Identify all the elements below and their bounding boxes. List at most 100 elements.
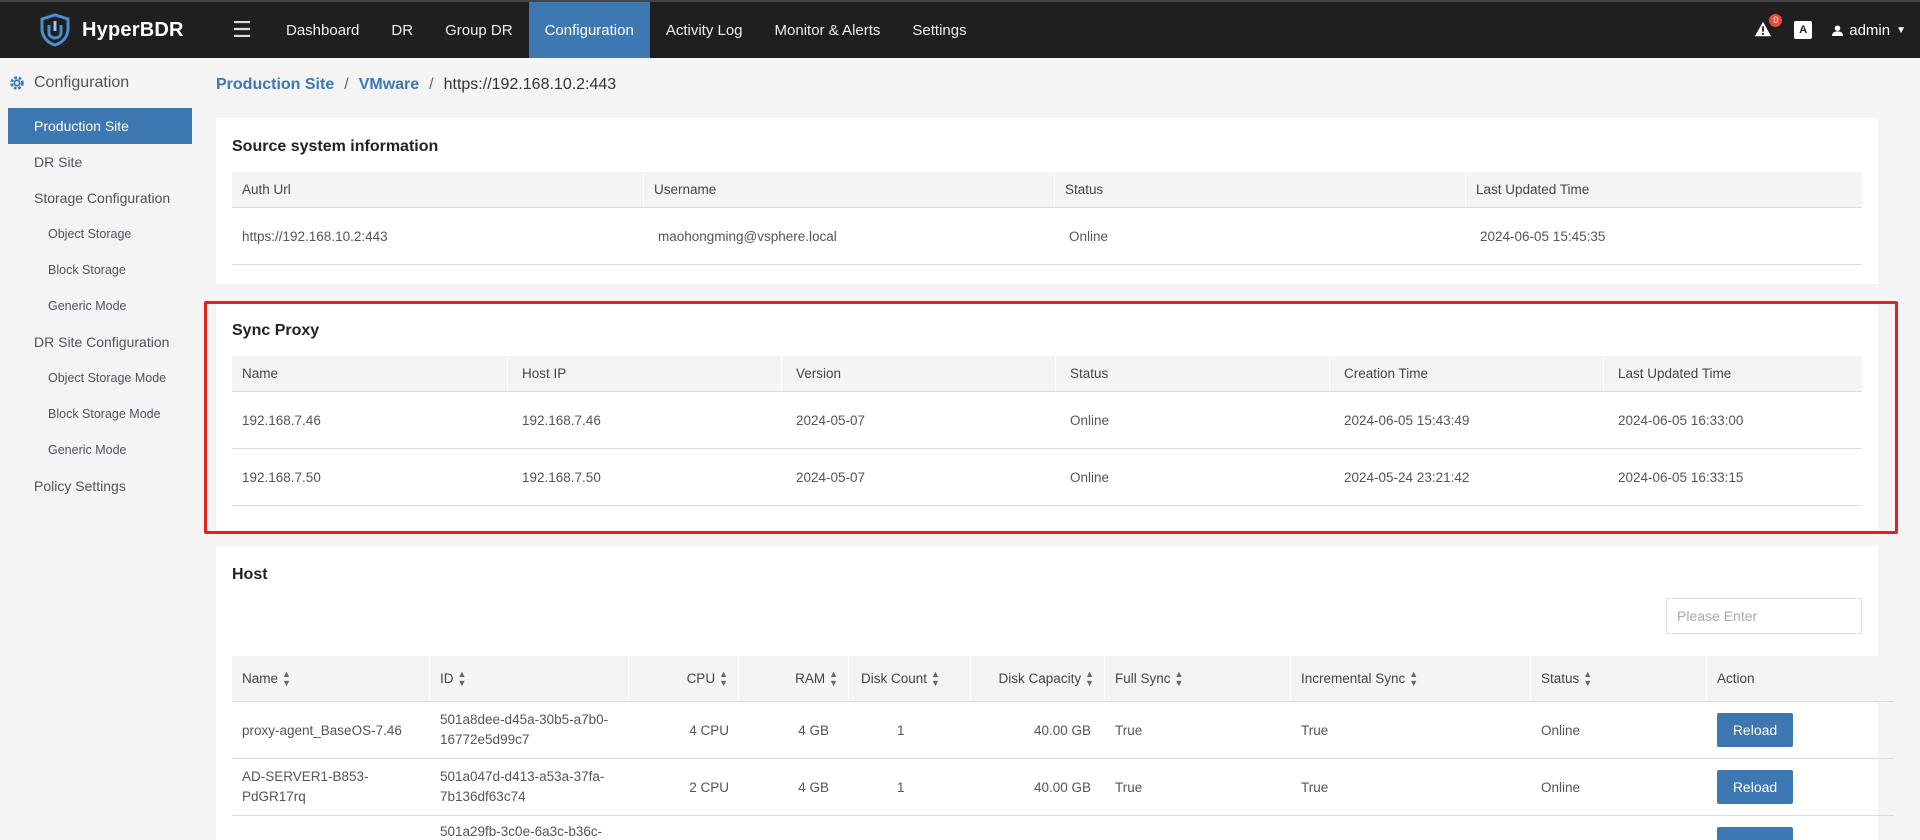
cell-id: 501a29fb-3c0e-6a3c-b36c- [440, 824, 603, 839]
sidebar-item-block-storage-mode[interactable]: Block Storage Mode [0, 396, 200, 432]
col-username: Username [644, 172, 1055, 207]
alert-button[interactable]: 0 [1754, 14, 1783, 40]
cell-id-line: 16772e5d99c7 [440, 732, 530, 747]
panel-title: Source system information [232, 138, 439, 155]
sidebar-item-object-storage-mode[interactable]: Object Storage Mode [0, 360, 200, 396]
panel-title: Host [232, 566, 268, 583]
cell-name-line: PdGR17rq [242, 789, 306, 804]
cell-id-line: 7b136df63c74 [440, 789, 526, 804]
cell-last-updated: 2024-06-05 16:33:15 [1618, 469, 1744, 485]
table-header: Auth Url Username Status Last Updated Ti… [232, 172, 1862, 208]
col-incremental-sync-label: Incremental Sync [1301, 671, 1406, 686]
sidebar-item-dr-site[interactable]: DR Site [0, 144, 200, 180]
sidebar-item-production-site[interactable]: Production Site [8, 108, 192, 144]
cell-id: 501a047d-d413-a53a-37fa- 7b136df63c74 [430, 767, 629, 807]
sidebar: Configuration Production Site DR Site St… [0, 58, 200, 840]
gear-icon [10, 76, 24, 90]
cell-incremental-sync: True [1301, 722, 1329, 738]
panel-title: Sync Proxy [232, 322, 320, 339]
sidebar-item-generic-mode-dr[interactable]: Generic Mode [0, 432, 200, 468]
sidebar-item-object-storage[interactable]: Object Storage [0, 216, 200, 252]
reload-button[interactable]: Reload [1717, 713, 1793, 747]
sidebar-item-dr-site-configuration[interactable]: DR Site Configuration [0, 324, 200, 360]
reload-button[interactable] [1717, 827, 1793, 840]
col-disk-count[interactable]: Disk Count ▲ ▼ [849, 656, 971, 701]
sidebar-item-block-storage[interactable]: Block Storage [0, 252, 200, 288]
sidebar-item-policy-settings[interactable]: Policy Settings [0, 468, 200, 504]
cell-incremental-sync: True [1301, 779, 1329, 795]
language-icon[interactable]: A [1794, 21, 1813, 39]
col-status-label: Status [1541, 671, 1580, 686]
col-ram-label: RAM [795, 671, 826, 686]
sidebar-item-generic-mode[interactable]: Generic Mode [0, 288, 200, 324]
cell-auth-url: https://192.168.10.2:443 [242, 228, 388, 244]
cell-full-sync: True [1115, 779, 1143, 795]
search-field[interactable] [1666, 598, 1862, 634]
brand-name: HyperBDR [82, 18, 184, 41]
brand[interactable]: HyperBDR [0, 2, 200, 58]
col-disk-capacity[interactable]: Disk Capacity ▲ ▼ [971, 656, 1105, 701]
nav-monitor-alerts[interactable]: Monitor & Alerts [759, 2, 897, 58]
col-name: Name [232, 356, 508, 391]
cell-last-updated: 2024-06-05 15:45:35 [1480, 228, 1606, 244]
username: admin [1849, 21, 1891, 39]
cell-name: 192.168.7.46 [242, 412, 321, 428]
cell-status: Online [1070, 469, 1110, 485]
nav-dashboard[interactable]: Dashboard [270, 2, 375, 58]
table-row: AD-SERVER1-B853- PdGR17rq 501a047d-d413-a… [232, 759, 1894, 816]
sidebar-item-storage-configuration[interactable]: Storage Configuration [0, 180, 200, 216]
table-header: Name Host IP Version Status Creation Tim… [232, 356, 1862, 392]
col-status: Status [1055, 172, 1466, 207]
breadcrumb-production-site[interactable]: Production Site [216, 76, 334, 94]
col-cpu-label: CPU [686, 671, 716, 686]
col-cpu[interactable]: CPU ▲ ▼ [629, 656, 739, 701]
cell-full-sync: True [1115, 722, 1143, 738]
col-ram[interactable]: RAM ▲ ▼ [739, 656, 849, 701]
cell-ram: 4 GB [798, 722, 829, 738]
breadcrumb-vmware[interactable]: VMware [359, 76, 419, 94]
cell-version: 2024-05-07 [796, 412, 866, 428]
col-disk-count-label: Disk Count [861, 671, 928, 686]
nav-group-dr[interactable]: Group DR [429, 2, 529, 58]
language-label: A [1799, 24, 1808, 36]
cell-name: proxy-agent_BaseOS-7.46 [242, 722, 402, 738]
cell-disk-count: 1 [897, 722, 905, 738]
cell-status: Online [1541, 779, 1581, 795]
hyperbdr-logo-icon [40, 13, 70, 47]
cell-action [1707, 824, 1862, 840]
col-full-sync[interactable]: Full Sync ▲ ▼ [1105, 656, 1291, 701]
sort-icon: ▲ ▼ [1085, 668, 1094, 688]
table-row: https://192.168.10.2:443 maohongming@vsp… [232, 208, 1862, 265]
sort-icon: ▲ ▼ [719, 668, 728, 688]
user-menu[interactable]: admin ▼ [1832, 22, 1906, 39]
cell-creation-time: 2024-06-05 15:43:49 [1344, 412, 1470, 428]
cell-disk-capacity: 40.00 GB [1033, 722, 1091, 738]
col-id-label: ID [440, 671, 454, 686]
nav-dr[interactable]: DR [375, 2, 429, 58]
host-table: Name ▲ ▼ ID ▲ ▼ CPU ▲ ▼ RAM ▲ ▼ Disk Count ▲ ▼ Dis… [232, 656, 1894, 840]
col-version: Version [782, 356, 1056, 391]
source-table: Auth Url Username Status Last Updated Ti… [232, 172, 1862, 265]
cell-name: AD-SERVER1-B853- PdGR17rq [232, 767, 430, 807]
col-id[interactable]: ID ▲ ▼ [430, 656, 629, 701]
cell-username: maohongming@vsphere.local [658, 228, 837, 244]
col-name[interactable]: Name ▲ ▼ [232, 656, 430, 701]
reload-button[interactable]: Reload [1717, 770, 1793, 804]
table-row: 501a29fb-3c0e-6a3c-b36c- [232, 816, 1894, 840]
table-row: 192.168.7.46 192.168.7.46 2024-05-07 Onl… [232, 392, 1862, 449]
sort-icon: ▲ ▼ [829, 668, 838, 688]
nav-activity-log[interactable]: Activity Log [650, 2, 759, 58]
cell-status: Online [1069, 228, 1109, 244]
col-status[interactable]: Status ▲ ▼ [1531, 656, 1707, 701]
col-action: Action [1717, 671, 1755, 686]
user-icon [1832, 24, 1844, 36]
col-creation-time: Creation Time [1330, 356, 1604, 391]
nav-settings[interactable]: Settings [896, 2, 982, 58]
search-input[interactable] [1677, 608, 1858, 624]
menu-toggle-icon[interactable]: ☰ [214, 2, 270, 58]
col-incremental-sync[interactable]: Incremental Sync ▲ ▼ [1291, 656, 1531, 701]
table-row: 192.168.7.50 192.168.7.50 2024-05-07 Onl… [232, 449, 1862, 506]
chevron-down-icon: ▼ [1896, 24, 1906, 36]
cell-ram: 4 GB [798, 779, 829, 795]
nav-configuration[interactable]: Configuration [528, 2, 650, 58]
